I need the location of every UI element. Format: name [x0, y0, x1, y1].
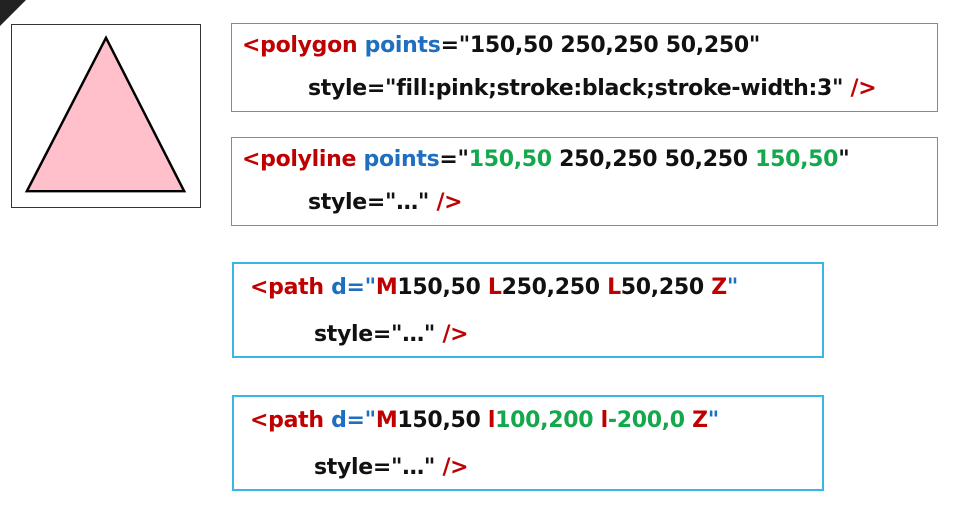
polyline-last-point: 150,50 [755, 147, 839, 172]
path-rel-close-quote: " [707, 408, 719, 433]
polygon-eq: =" [440, 33, 471, 58]
path-rel-eq: =" [346, 408, 377, 433]
path-rel-line-1: <path d="M150,50 l100,200 l-200,0 Z" [250, 408, 719, 433]
path-abs-l1: L [487, 275, 502, 300]
polyline-mid-points: 250,250 50,250 [551, 147, 756, 172]
polyline-attr: points [363, 147, 440, 172]
path-abs-m: M [375, 275, 398, 300]
path-abs-m-value: 150,50 [397, 275, 488, 300]
polygon-style: style="fill:pink;stroke:black;stroke-wid… [308, 76, 844, 101]
path-abs-l2: L [607, 275, 621, 300]
path-rel-l2-value: -200,0 [607, 408, 693, 433]
path-abs-line-1: <path d="M150,50 L250,250 L50,250 Z" [250, 275, 738, 300]
path-abs-end: /> [442, 322, 469, 347]
path-abs-close-quote: " [726, 275, 739, 300]
path-rel-m: M [375, 408, 398, 433]
path-rel-m-value: 150,50 [397, 408, 488, 433]
path-absolute-code-box: <path d="M150,50 L250,250 L50,250 Z" sty… [232, 262, 824, 358]
polyline-code-box: <polyline points="150,50 250,250 50,250 … [231, 137, 938, 226]
polyline-tag: <polyline [242, 147, 357, 172]
polygon-attr: points [364, 33, 441, 58]
path-abs-l2-value: 50,250 [620, 275, 712, 300]
path-rel-l2: l [600, 408, 609, 433]
polygon-points-value: 150,50 250,250 50,250 [469, 33, 749, 58]
path-abs-z: Z [711, 275, 727, 300]
polygon-line-2: style="fill:pink;stroke:black;stroke-wid… [308, 76, 877, 101]
polygon-end: /> [850, 76, 877, 101]
polyline-line-2: style="…" /> [308, 190, 463, 215]
path-rel-l1-value: 100,200 [495, 408, 601, 433]
polyline-first-point: 150,50 [468, 147, 552, 172]
path-abs-eq: =" [346, 275, 377, 300]
triangle-svg [24, 35, 187, 193]
path-abs-style: style="…" [314, 322, 436, 347]
corner-decoration [0, 0, 26, 26]
polygon-close-quote: " [748, 33, 761, 58]
path-abs-attr: d [331, 275, 347, 300]
path-rel-attr: d [331, 408, 347, 433]
polyline-end: /> [436, 190, 463, 215]
polygon-code-box: <polygon points="150,50 250,250 50,250" … [231, 23, 938, 112]
path-rel-line-2: style="…" /> [314, 455, 469, 480]
path-abs-line-2: style="…" /> [314, 322, 469, 347]
polyline-eq: =" [439, 147, 469, 172]
path-relative-code-box: <path d="M150,50 l100,200 l-200,0 Z" sty… [232, 395, 824, 491]
path-rel-end: /> [442, 455, 469, 480]
polyline-line-1: <polyline points="150,50 250,250 50,250 … [242, 147, 850, 172]
polyline-close-quote: " [838, 147, 850, 172]
polyline-style: style="…" [308, 190, 430, 215]
path-rel-tag: <path [250, 408, 324, 433]
triangle-preview [11, 24, 201, 208]
polygon-tag: <polygon [242, 33, 358, 58]
triangle-shape [24, 35, 187, 193]
path-abs-l1-value: 250,250 [501, 275, 608, 300]
polygon-line-1: <polygon points="150,50 250,250 50,250" [242, 33, 760, 58]
path-abs-tag: <path [250, 275, 324, 300]
path-rel-z: Z [692, 408, 708, 433]
path-rel-style: style="…" [314, 455, 436, 480]
